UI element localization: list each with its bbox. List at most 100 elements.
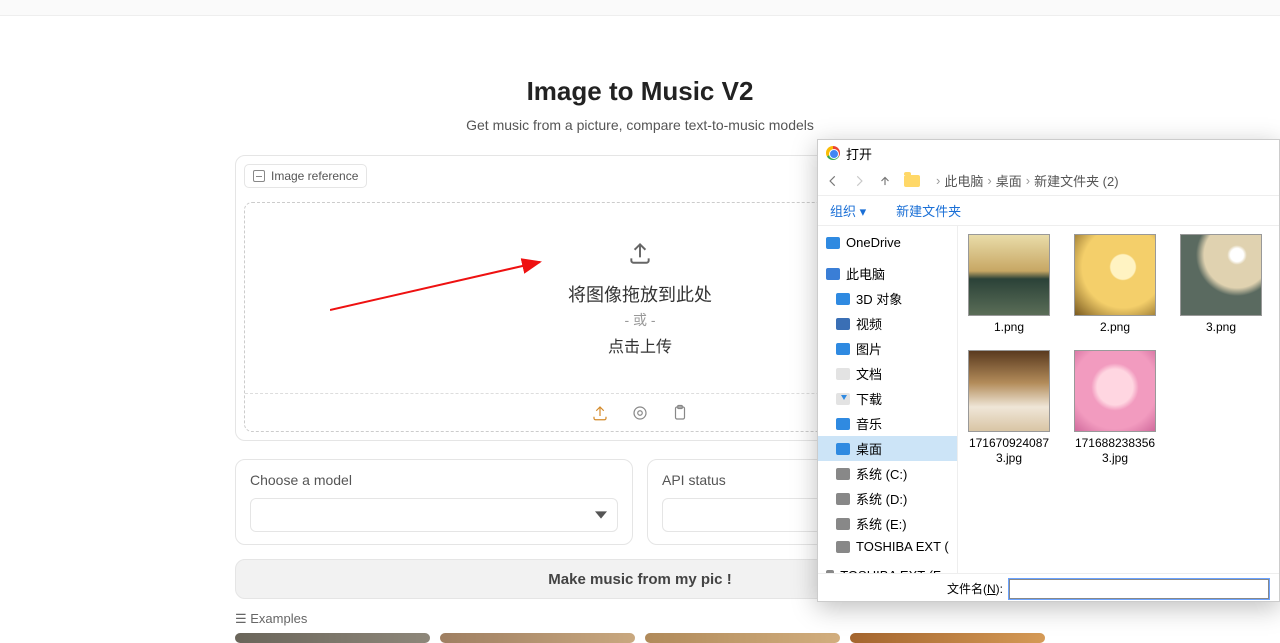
tree-icon — [836, 343, 850, 355]
tree-icon — [836, 293, 850, 305]
model-panel: Choose a model — [235, 459, 633, 545]
tree-icon — [836, 393, 850, 405]
page-title: Image to Music V2 — [0, 76, 1280, 107]
file-item[interactable]: 1716882383563.jpg — [1074, 350, 1156, 467]
filename-label: 文件名(N): — [947, 580, 1003, 597]
file-thumbnail — [1074, 350, 1156, 432]
tree-icon — [836, 318, 850, 330]
dialog-address-bar: ›此电脑 ›桌面 ›新建文件夹 (2) — [818, 166, 1279, 196]
file-item[interactable]: 1.png — [968, 234, 1050, 336]
tree-label: 文档 — [856, 364, 882, 383]
upload-alt-icon[interactable] — [591, 404, 609, 422]
tree-icon — [836, 443, 850, 455]
tree-node[interactable]: 系统 (E:) — [818, 511, 957, 536]
file-thumbnail — [1074, 234, 1156, 316]
tree-label: TOSHIBA EXT (F ▸ — [840, 568, 951, 573]
tree-icon — [836, 418, 850, 430]
tree-label: 下载 — [856, 389, 882, 408]
dialog-body: OneDrive 此电脑 3D 对象视频图片文档下载音乐桌面系统 (C:) 系统 (D… — [818, 226, 1279, 573]
dialog-footer: 文件名(N): — [818, 573, 1279, 603]
drop-text-3: 点击上传 — [608, 333, 672, 357]
image-reference-tag: Image reference — [244, 164, 367, 188]
folder-tree: OneDrive 此电脑 3D 对象视频图片文档下载音乐桌面系统 (C:) 系统 (D… — [818, 226, 958, 573]
example-thumb[interactable] — [850, 633, 1045, 643]
tree-label: 系统 (E:) — [856, 514, 907, 533]
tree-label: 此电脑 — [846, 264, 885, 283]
tree-node[interactable]: 系统 (C:) — [818, 461, 957, 486]
file-thumbnail — [1180, 234, 1262, 316]
organize-button[interactable]: 组织 ▾ — [830, 201, 866, 220]
file-label: 3.png — [1206, 320, 1236, 336]
top-band — [0, 0, 1280, 16]
crumb[interactable]: 此电脑 — [944, 171, 983, 190]
example-thumb[interactable] — [645, 633, 840, 643]
tree-node[interactable]: 视频 — [818, 311, 957, 336]
nav-up-button[interactable] — [878, 174, 892, 188]
folder-icon — [904, 175, 920, 187]
tree-label: 视频 — [856, 314, 882, 333]
image-icon — [253, 170, 265, 182]
tree-label: OneDrive — [846, 235, 901, 250]
tree-icon — [836, 518, 850, 530]
camera-icon[interactable] — [631, 404, 649, 422]
tree-icon — [836, 368, 850, 380]
tree-node[interactable]: 系统 (D:) — [818, 486, 957, 511]
nav-forward-button[interactable] — [852, 174, 866, 188]
tree-node[interactable]: 图片 — [818, 336, 957, 361]
upload-icon — [627, 240, 653, 271]
drop-text-or: - 或 - — [624, 310, 655, 330]
file-grid: 1.png 2.png 3.png 1716709240873.jpg 1716882… — [958, 226, 1279, 573]
tree-node[interactable]: TOSHIBA EXT ( — [818, 536, 957, 557]
dialog-title: 打开 — [846, 144, 872, 163]
file-label: 1716709240873.jpg — [968, 436, 1050, 467]
file-item[interactable]: 1716709240873.jpg — [968, 350, 1050, 467]
tree-icon — [836, 493, 850, 505]
file-item[interactable]: 2.png — [1074, 234, 1156, 336]
chrome-icon — [826, 146, 840, 160]
file-open-dialog: 打开 ›此电脑 ›桌面 ›新建文件夹 (2) 组织 ▾ 新建文件夹 OneDri… — [817, 139, 1280, 602]
tree-node[interactable]: TOSHIBA EXT (F ▸ — [818, 565, 957, 573]
new-folder-button[interactable]: 新建文件夹 — [896, 201, 961, 220]
crumb[interactable]: 桌面 — [996, 171, 1022, 190]
tree-label: 图片 — [856, 339, 882, 358]
tree-node[interactable]: 3D 对象 — [818, 286, 957, 311]
tree-icon — [826, 570, 834, 573]
file-thumbnail — [968, 234, 1050, 316]
example-thumb[interactable] — [235, 633, 430, 643]
tree-node[interactable]: 下载 — [818, 386, 957, 411]
drop-text-1: 将图像拖放到此处 — [568, 281, 712, 307]
file-label: 2.png — [1100, 320, 1130, 336]
tree-node[interactable]: OneDrive — [818, 232, 957, 253]
tree-icon — [826, 237, 840, 249]
tree-node[interactable]: 文档 — [818, 361, 957, 386]
file-thumbnail — [968, 350, 1050, 432]
tree-label: 桌面 — [856, 439, 882, 458]
chevron-down-icon — [595, 509, 607, 521]
page-subtitle: Get music from a picture, compare text-t… — [0, 117, 1280, 133]
breadcrumb: ›此电脑 ›桌面 ›新建文件夹 (2) — [936, 171, 1119, 190]
tree-icon — [826, 268, 840, 280]
tree-icon — [836, 468, 850, 480]
file-label: 1716882383563.jpg — [1074, 436, 1156, 467]
tree-node[interactable]: 音乐 — [818, 411, 957, 436]
nav-back-button[interactable] — [826, 174, 840, 188]
model-select[interactable] — [250, 498, 618, 532]
tree-label: 系统 (C:) — [856, 464, 907, 483]
tree-label: 3D 对象 — [856, 289, 902, 308]
filename-input[interactable] — [1009, 579, 1269, 599]
tree-label: TOSHIBA EXT ( — [856, 539, 949, 554]
dialog-titlebar[interactable]: 打开 — [818, 140, 1279, 166]
example-thumb[interactable] — [440, 633, 635, 643]
file-label: 1.png — [994, 320, 1024, 336]
crumb[interactable]: 新建文件夹 (2) — [1034, 171, 1119, 190]
examples-label: ☰ Examples — [235, 611, 1045, 627]
tree-label: 音乐 — [856, 414, 882, 433]
file-item[interactable]: 3.png — [1180, 234, 1262, 336]
tree-node[interactable]: 桌面 — [818, 436, 957, 461]
dialog-toolbar: 组织 ▾ 新建文件夹 — [818, 196, 1279, 226]
examples-gallery — [235, 633, 1045, 643]
tree-label: 系统 (D:) — [856, 489, 907, 508]
clipboard-icon[interactable] — [671, 404, 689, 422]
tree-node[interactable]: 此电脑 — [818, 261, 957, 286]
choose-model-label: Choose a model — [250, 472, 618, 488]
